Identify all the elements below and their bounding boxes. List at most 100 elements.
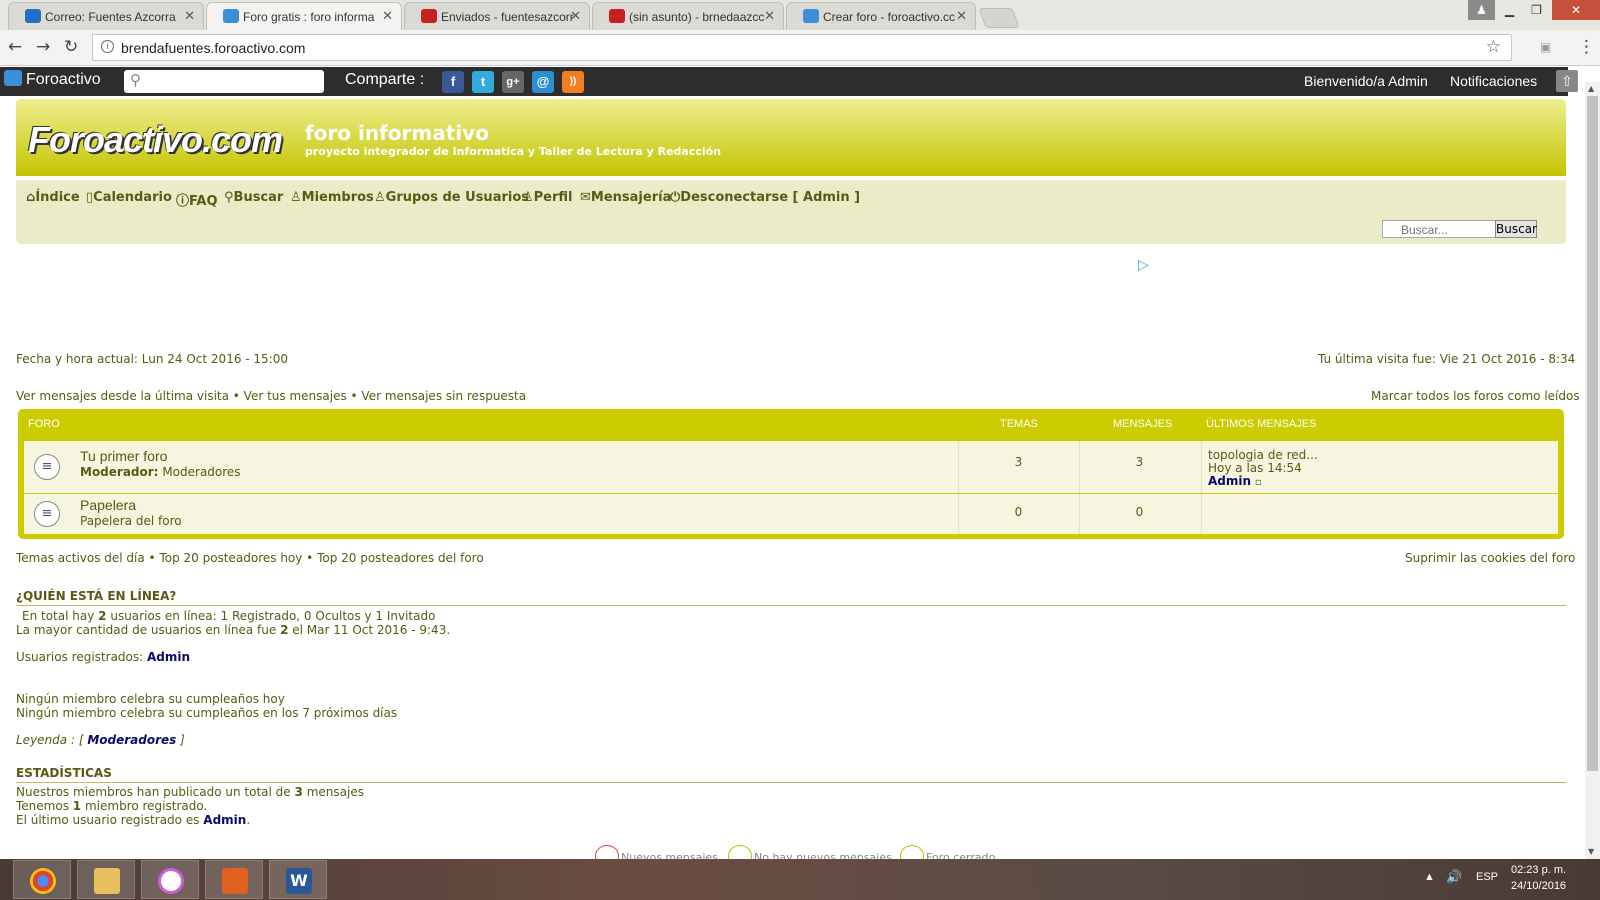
stats-posts-b: mensajes bbox=[306, 785, 364, 799]
col-last-posts: ÚLTIMOS MENSAJES bbox=[1206, 418, 1317, 430]
ad-choices-icon[interactable]: ▷ bbox=[1138, 257, 1149, 273]
browser-tab[interactable]: Crear foro - foroactivo.cc ✕ bbox=[786, 2, 976, 30]
table-row: ≡ Tu primer foro Moderador: Moderadores … bbox=[24, 441, 1558, 493]
nav-profile[interactable]: ♙Perfil bbox=[522, 190, 573, 205]
forum-search-input[interactable] bbox=[1382, 220, 1496, 238]
mark-all-read-link[interactable]: Marcar todos los foros como leídos bbox=[1371, 389, 1580, 403]
facebook-icon[interactable]: f bbox=[442, 71, 464, 93]
current-datetime: Fecha y hora actual: Lun 24 Oct 2016 - 1… bbox=[16, 352, 288, 366]
page-scrollbar[interactable]: ▲ ▼ bbox=[1585, 82, 1600, 859]
bookmark-star-icon[interactable]: ☆ bbox=[1486, 37, 1501, 57]
url-text: brendafuentes.foroactivo.com bbox=[121, 40, 306, 56]
record-text-b: el Mar 11 Oct 2016 - 9:43. bbox=[292, 623, 451, 637]
forward-icon[interactable]: → bbox=[36, 37, 50, 57]
foroactivo-logo-icon bbox=[4, 70, 22, 86]
close-window-button[interactable]: ✕ bbox=[1552, 0, 1600, 20]
forum-status-icon: ≡ bbox=[34, 501, 60, 527]
browser-tab-bar: Correo: Fuentes Azcorra ✕ Foro gratis : … bbox=[0, 0, 1600, 30]
browser-tab[interactable]: Enviados - fuentesazcorr ✕ bbox=[404, 2, 590, 30]
welcome-link[interactable]: Bienvenido/a Admin bbox=[1304, 73, 1428, 89]
legend-moderators-link[interactable]: Moderadores bbox=[87, 733, 176, 747]
registered-user-link[interactable]: Admin bbox=[147, 650, 190, 664]
nav-search[interactable]: ⚲Buscar bbox=[224, 190, 283, 205]
col-topics: TEMAS bbox=[1000, 418, 1038, 430]
new-tab-button[interactable] bbox=[978, 8, 1020, 28]
search-icon: ⚲ bbox=[130, 72, 141, 89]
moderator-group[interactable]: Moderadores bbox=[162, 465, 240, 479]
foroactivo-logo[interactable]: Foroactivo bbox=[4, 70, 101, 89]
forum-nav-menu: ⌂Índice ▯Calendario ⓘFAQ ⚲Buscar ♙Miembr… bbox=[16, 180, 1566, 244]
nav-faq[interactable]: ⓘFAQ bbox=[176, 190, 218, 209]
taskbar-office[interactable] bbox=[205, 860, 263, 899]
delete-cookies-link[interactable]: Suprimir las cookies del foro bbox=[1405, 551, 1575, 565]
stats-last-user: El último usuario registrado es Admin. bbox=[16, 813, 251, 827]
reload-icon[interactable]: ↻ bbox=[64, 37, 78, 57]
registered-users: Usuarios registrados: Admin bbox=[16, 650, 190, 664]
faq-icon: ⓘ bbox=[176, 194, 190, 209]
taskbar-word[interactable]: W bbox=[269, 860, 327, 899]
scroll-up-icon[interactable]: ▲ bbox=[1588, 84, 1594, 93]
volume-icon[interactable]: 🔊 bbox=[1446, 869, 1462, 885]
nav-members[interactable]: ♙Miembros bbox=[290, 190, 374, 205]
scroll-down-icon[interactable]: ▼ bbox=[1588, 847, 1594, 856]
close-icon[interactable]: ✕ bbox=[184, 8, 195, 24]
gmail-icon bbox=[421, 9, 437, 23]
restore-button[interactable]: ❐ bbox=[1523, 0, 1550, 20]
nav-groups[interactable]: ♙Grupos de Usuarios bbox=[374, 190, 529, 205]
scroll-top-icon[interactable]: ⇧ bbox=[1556, 70, 1578, 92]
forum-table: FORO TEMAS MENSAJES ÚLTIMOS MENSAJES ≡ T… bbox=[18, 409, 1564, 539]
twitter-icon[interactable]: t bbox=[472, 71, 494, 93]
stats-last-user-link[interactable]: Admin bbox=[203, 813, 246, 827]
nav-label: Buscar bbox=[233, 190, 284, 205]
menu-icon[interactable]: ⋮ bbox=[1578, 37, 1595, 57]
forum-logo[interactable]: Foroactivo.com bbox=[28, 119, 283, 161]
browser-tab-active[interactable]: Foro gratis : foro informa ✕ bbox=[206, 2, 402, 30]
cell-divider bbox=[1201, 494, 1202, 534]
last-post-user[interactable]: Admin bbox=[1208, 474, 1251, 488]
tray-chevron-icon[interactable]: ▲ bbox=[1424, 871, 1435, 883]
close-icon[interactable]: ✕ bbox=[382, 8, 393, 24]
browser-tab[interactable]: (sin asunto) - brnedaazcc ✕ bbox=[592, 2, 784, 30]
taskbar-explorer[interactable] bbox=[77, 860, 135, 899]
google-plus-icon[interactable]: g+ bbox=[502, 71, 524, 93]
browser-tab[interactable]: Correo: Fuentes Azcorra ✕ bbox=[8, 2, 204, 30]
taskbar-chrome[interactable] bbox=[13, 860, 71, 899]
scrollbar-thumb[interactable] bbox=[1587, 96, 1598, 771]
clock-date: 24/10/2016 bbox=[1511, 880, 1567, 892]
language-indicator[interactable]: ESP bbox=[1476, 871, 1498, 883]
url-input[interactable]: i brendafuentes.foroactivo.com ☆ bbox=[92, 34, 1512, 61]
top-posters-links[interactable]: Temas activos del día • Top 20 posteador… bbox=[16, 551, 484, 565]
close-icon[interactable]: ✕ bbox=[764, 8, 775, 24]
forum-name-link[interactable]: Tu primer foro bbox=[80, 448, 167, 464]
close-icon[interactable]: ✕ bbox=[956, 8, 967, 24]
legend: Leyenda : [ Moderadores ] bbox=[16, 733, 185, 747]
back-icon[interactable]: ← bbox=[8, 37, 22, 57]
nav-messages[interactable]: ✉Mensajería bbox=[580, 190, 671, 205]
nav-logout[interactable]: ⏻Desconectarse [ Admin ] bbox=[670, 190, 860, 205]
posts-count: 0 bbox=[1135, 505, 1144, 519]
taskbar-itunes[interactable] bbox=[141, 860, 199, 899]
nav-index[interactable]: ⌂Índice bbox=[26, 190, 80, 205]
email-icon[interactable]: @ bbox=[532, 71, 554, 93]
view-latest-post-icon[interactable]: ▫ bbox=[1255, 477, 1262, 488]
minimize-button[interactable]: ▁ bbox=[1496, 0, 1523, 20]
toolbar-search-input[interactable] bbox=[124, 70, 324, 93]
chrome-icon bbox=[30, 868, 56, 894]
taskbar-clock[interactable]: 02:23 p. m. 24/10/2016 bbox=[1511, 862, 1566, 894]
rss-icon[interactable]: )) bbox=[562, 71, 584, 93]
close-icon[interactable]: ✕ bbox=[570, 8, 581, 24]
office-icon bbox=[222, 868, 248, 894]
clock-time: 02:23 p. m. bbox=[1511, 864, 1567, 876]
message-links[interactable]: Ver mensajes desde la última visita • Ve… bbox=[16, 389, 526, 403]
nav-label: Desconectarse [ Admin ] bbox=[680, 190, 861, 205]
stats-members: Tenemos 1 miembro registrado. bbox=[16, 799, 207, 813]
user-icon[interactable]: ♟ bbox=[1468, 0, 1495, 20]
extension-icon[interactable]: ▣ bbox=[1540, 40, 1551, 54]
record-text-a: La mayor cantidad de usuarios en línea f… bbox=[16, 623, 277, 637]
nav-calendar[interactable]: ▯Calendario bbox=[86, 190, 172, 205]
forum-search-button[interactable]: Buscar bbox=[1495, 220, 1537, 238]
notifications-link[interactable]: Notificaciones bbox=[1450, 73, 1537, 89]
forum-name-link[interactable]: Papelera bbox=[80, 497, 136, 513]
info-icon[interactable]: i bbox=[101, 40, 114, 53]
nav-label: Índice bbox=[35, 190, 80, 205]
